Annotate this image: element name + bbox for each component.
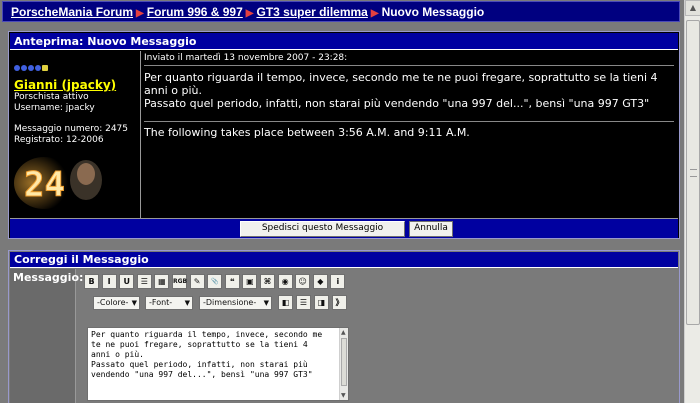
divider bbox=[144, 65, 674, 66]
breadcrumb-separator-icon: ▶ bbox=[136, 8, 144, 19]
edit-button[interactable]: ✎ bbox=[189, 274, 205, 289]
attach-button[interactable]: 📎 bbox=[207, 274, 223, 289]
post-date: Inviato il martedì 13 novembre 2007 - 23… bbox=[144, 53, 348, 63]
textarea-scrollbar[interactable]: ▲ ▼ bbox=[339, 328, 348, 400]
message-label: Messaggio: bbox=[13, 271, 84, 284]
chevron-down-icon: ▼ bbox=[263, 299, 269, 307]
post-body: Per quanto riguarda il tempo, invece, se… bbox=[144, 71, 658, 110]
breadcrumb-separator-icon: ▶ bbox=[245, 8, 254, 19]
align-center-button[interactable]: ☰ bbox=[296, 295, 311, 310]
author-username: Username: jpacky bbox=[14, 103, 95, 113]
post-signature: The following takes place between 3:56 A… bbox=[144, 126, 470, 139]
close-tags-button[interactable]: 》 bbox=[332, 295, 347, 310]
message-textarea[interactable]: Per quanto riguarda il tempo, invece, se… bbox=[87, 327, 349, 401]
breadcrumb-current: Nuovo Messaggio bbox=[381, 5, 485, 19]
underline-button[interactable]: U bbox=[119, 274, 135, 289]
breadcrumb-forum-996-997[interactable]: Forum 996 & 997 bbox=[147, 5, 243, 19]
author-rank: Porschista attivo bbox=[14, 92, 89, 102]
scroll-up-icon[interactable]: ▲ bbox=[341, 329, 346, 336]
breadcrumb-separator-icon: ▶ bbox=[370, 8, 379, 19]
book-button[interactable]: ◆ bbox=[312, 274, 328, 289]
divider bbox=[144, 121, 674, 122]
align-right-button[interactable]: ◨ bbox=[314, 295, 329, 310]
post-content: Inviato il martedì 13 novembre 2007 - 23… bbox=[142, 51, 678, 218]
breadcrumb: PorscheMania Forum ▶ Forum 996 & 997 ▶ GT3 s… bbox=[2, 1, 680, 22]
avatar-24-text: 24 bbox=[24, 165, 65, 205]
font-select[interactable]: -Font- ▼ bbox=[145, 296, 193, 310]
author-avatar: 24 bbox=[14, 156, 106, 211]
send-message-button[interactable]: Spedisci questo Messaggio bbox=[240, 221, 405, 237]
message-label-column: Messaggio: bbox=[10, 269, 83, 403]
message-text: Per quanto riguarda il tempo, invece, se… bbox=[91, 330, 323, 379]
color-button[interactable]: RGB bbox=[172, 274, 187, 289]
chevron-down-icon: ▼ bbox=[131, 299, 137, 307]
bold-button[interactable]: B bbox=[84, 274, 99, 289]
preview-footer: Spedisci questo Messaggio Annulla bbox=[10, 218, 678, 238]
scroll-down-icon[interactable]: ▼ bbox=[341, 392, 346, 399]
align-left-button[interactable]: ◧ bbox=[278, 295, 293, 310]
globe-button[interactable]: ◉ bbox=[277, 274, 293, 289]
image-button[interactable]: ▣ bbox=[242, 274, 258, 289]
table-button[interactable]: ▦ bbox=[154, 274, 170, 289]
author-name-link[interactable]: Gianni (jpacky) bbox=[14, 78, 116, 92]
cancel-button[interactable]: Annulla bbox=[409, 221, 453, 237]
info-button[interactable]: i bbox=[330, 274, 346, 289]
preview-header: Anteprima: Nuovo Messaggio bbox=[10, 33, 678, 50]
color-select[interactable]: -Colore- ▼ bbox=[93, 296, 140, 310]
scroll-thumb[interactable] bbox=[341, 338, 347, 386]
size-select[interactable]: -Dimensione- ▼ bbox=[199, 296, 272, 310]
page: PorscheMania Forum ▶ Forum 996 & 997 ▶ GT3 s… bbox=[0, 0, 684, 403]
scroll-thumb[interactable] bbox=[686, 20, 700, 325]
author-info: Gianni (jpacky) Porschista attivo Userna… bbox=[10, 51, 141, 218]
italic-button[interactable]: I bbox=[101, 274, 117, 289]
breadcrumb-topic[interactable]: GT3 super dilemma bbox=[256, 5, 367, 19]
rank-stars-icon bbox=[14, 56, 49, 71]
link-button[interactable]: ⌘ bbox=[260, 274, 275, 289]
list-button[interactable]: ☰ bbox=[136, 274, 152, 289]
edit-header: Correggi il Messaggio bbox=[10, 252, 678, 268]
author-registered: Registrato: 12-2006 bbox=[14, 135, 104, 145]
page-scrollbar[interactable]: ▲ bbox=[684, 0, 700, 403]
chevron-down-icon: ▼ bbox=[184, 299, 190, 307]
preview-panel: Anteprima: Nuovo Messaggio Gianni (jpack… bbox=[8, 31, 680, 239]
author-message-count: Messaggio numero: 2475 bbox=[14, 124, 129, 134]
smiley-button[interactable]: ☺ bbox=[295, 274, 311, 289]
scroll-up-icon[interactable]: ▲ bbox=[685, 0, 700, 16]
breadcrumb-forum-home[interactable]: PorscheMania Forum bbox=[11, 5, 133, 19]
edit-panel: Correggi il Messaggio Messaggio: B I U ☰ ▦ RG… bbox=[8, 250, 680, 403]
quote-button[interactable]: ❝ bbox=[224, 274, 240, 289]
